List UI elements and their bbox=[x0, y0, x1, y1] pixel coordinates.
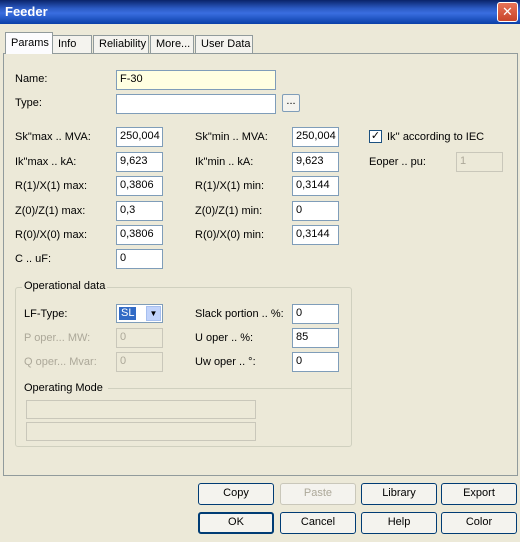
r0x0-min-field[interactable]: 0,3144 bbox=[292, 225, 339, 245]
operating-mode-divider bbox=[108, 388, 351, 389]
lf-type-label: LF-Type: bbox=[24, 308, 68, 320]
operating-mode-field-2 bbox=[26, 422, 256, 441]
ik-max-field[interactable]: 9,623 bbox=[116, 152, 163, 172]
ik-min-field[interactable]: 9,623 bbox=[292, 152, 339, 172]
c-label: C .. uF: bbox=[15, 253, 52, 265]
uw-oper-field[interactable]: 0 bbox=[292, 352, 339, 372]
sk-min-field[interactable]: 250,004 bbox=[292, 127, 339, 147]
z0z1-min-field[interactable]: 0 bbox=[292, 201, 339, 221]
c-field[interactable]: 0 bbox=[116, 249, 163, 269]
tab-info[interactable]: Info bbox=[52, 35, 92, 53]
cancel-button[interactable]: Cancel bbox=[280, 512, 356, 534]
z0z1-max-field[interactable]: 0,3 bbox=[116, 201, 163, 221]
name-label: Name: bbox=[15, 73, 48, 85]
copy-button[interactable]: Copy bbox=[198, 483, 274, 505]
type-browse-button[interactable]: ... bbox=[282, 94, 300, 112]
p-oper-field: 0 bbox=[116, 328, 163, 348]
u-oper-label: U oper .. %: bbox=[195, 332, 254, 344]
r1x1-min-field[interactable]: 0,3144 bbox=[292, 176, 339, 196]
z0z1-max-label: Z(0)/Z(1) max: bbox=[15, 205, 86, 217]
checkmark-icon: ✓ bbox=[370, 130, 381, 142]
ok-button[interactable]: OK bbox=[198, 512, 274, 534]
p-oper-label: P oper... MW: bbox=[24, 332, 91, 344]
u-oper-field[interactable]: 85 bbox=[292, 328, 339, 348]
r1x1-max-field[interactable]: 0,3806 bbox=[116, 176, 163, 196]
slack-label: Slack portion .. %: bbox=[195, 308, 284, 320]
tab-params[interactable]: Params bbox=[5, 32, 53, 54]
title-bar: Feeder ✕ bbox=[0, 0, 520, 24]
eoper-label: Eoper .. pu: bbox=[369, 156, 426, 168]
operational-data-title: Operational data bbox=[22, 280, 108, 292]
sk-max-label: Sk"max .. MVA: bbox=[15, 131, 91, 143]
r0x0-max-label: R(0)/X(0) max: bbox=[15, 229, 88, 241]
z0z1-min-label: Z(0)/Z(1) min: bbox=[195, 205, 263, 217]
type-field[interactable] bbox=[116, 94, 276, 114]
lf-type-value: SL bbox=[119, 307, 137, 320]
r1x1-min-label: R(1)/X(1) min: bbox=[195, 180, 265, 192]
tab-more[interactable]: More... bbox=[150, 35, 194, 53]
uw-oper-label: Uw oper .. °: bbox=[195, 356, 256, 368]
q-oper-field: 0 bbox=[116, 352, 163, 372]
iec-label: Ik'' according to IEC bbox=[387, 131, 485, 143]
operating-mode-field-1 bbox=[26, 400, 256, 419]
eoper-field: 1 bbox=[456, 152, 503, 172]
help-button[interactable]: Help bbox=[361, 512, 437, 534]
type-label: Type: bbox=[15, 97, 42, 109]
slack-field[interactable]: 0 bbox=[292, 304, 339, 324]
operating-mode-title: Operating Mode bbox=[22, 382, 105, 394]
sk-min-label: Sk"min .. MVA: bbox=[195, 131, 268, 143]
r0x0-max-field[interactable]: 0,3806 bbox=[116, 225, 163, 245]
lf-type-select[interactable]: SL ▼ bbox=[116, 304, 163, 323]
color-button[interactable]: Color bbox=[441, 512, 517, 534]
close-icon: ✕ bbox=[502, 4, 513, 19]
q-oper-label: Q oper... Mvar: bbox=[24, 356, 97, 368]
tab-user-data[interactable]: User Data bbox=[195, 35, 253, 53]
close-button[interactable]: ✕ bbox=[497, 2, 518, 22]
paste-button: Paste bbox=[280, 483, 356, 505]
r0x0-min-label: R(0)/X(0) min: bbox=[195, 229, 265, 241]
window-title: Feeder bbox=[5, 4, 48, 19]
sk-max-field[interactable]: 250,004 bbox=[116, 127, 163, 147]
name-field[interactable]: F-30 bbox=[116, 70, 276, 90]
ik-max-label: Ik"max .. kA: bbox=[15, 156, 77, 168]
iec-checkbox[interactable]: ✓ bbox=[369, 130, 382, 143]
chevron-down-icon[interactable]: ▼ bbox=[146, 306, 161, 321]
tab-reliability[interactable]: Reliability bbox=[93, 35, 149, 53]
r1x1-max-label: R(1)/X(1) max: bbox=[15, 180, 88, 192]
export-button[interactable]: Export bbox=[441, 483, 517, 505]
library-button[interactable]: Library bbox=[361, 483, 437, 505]
ik-min-label: Ik"min .. kA: bbox=[195, 156, 254, 168]
